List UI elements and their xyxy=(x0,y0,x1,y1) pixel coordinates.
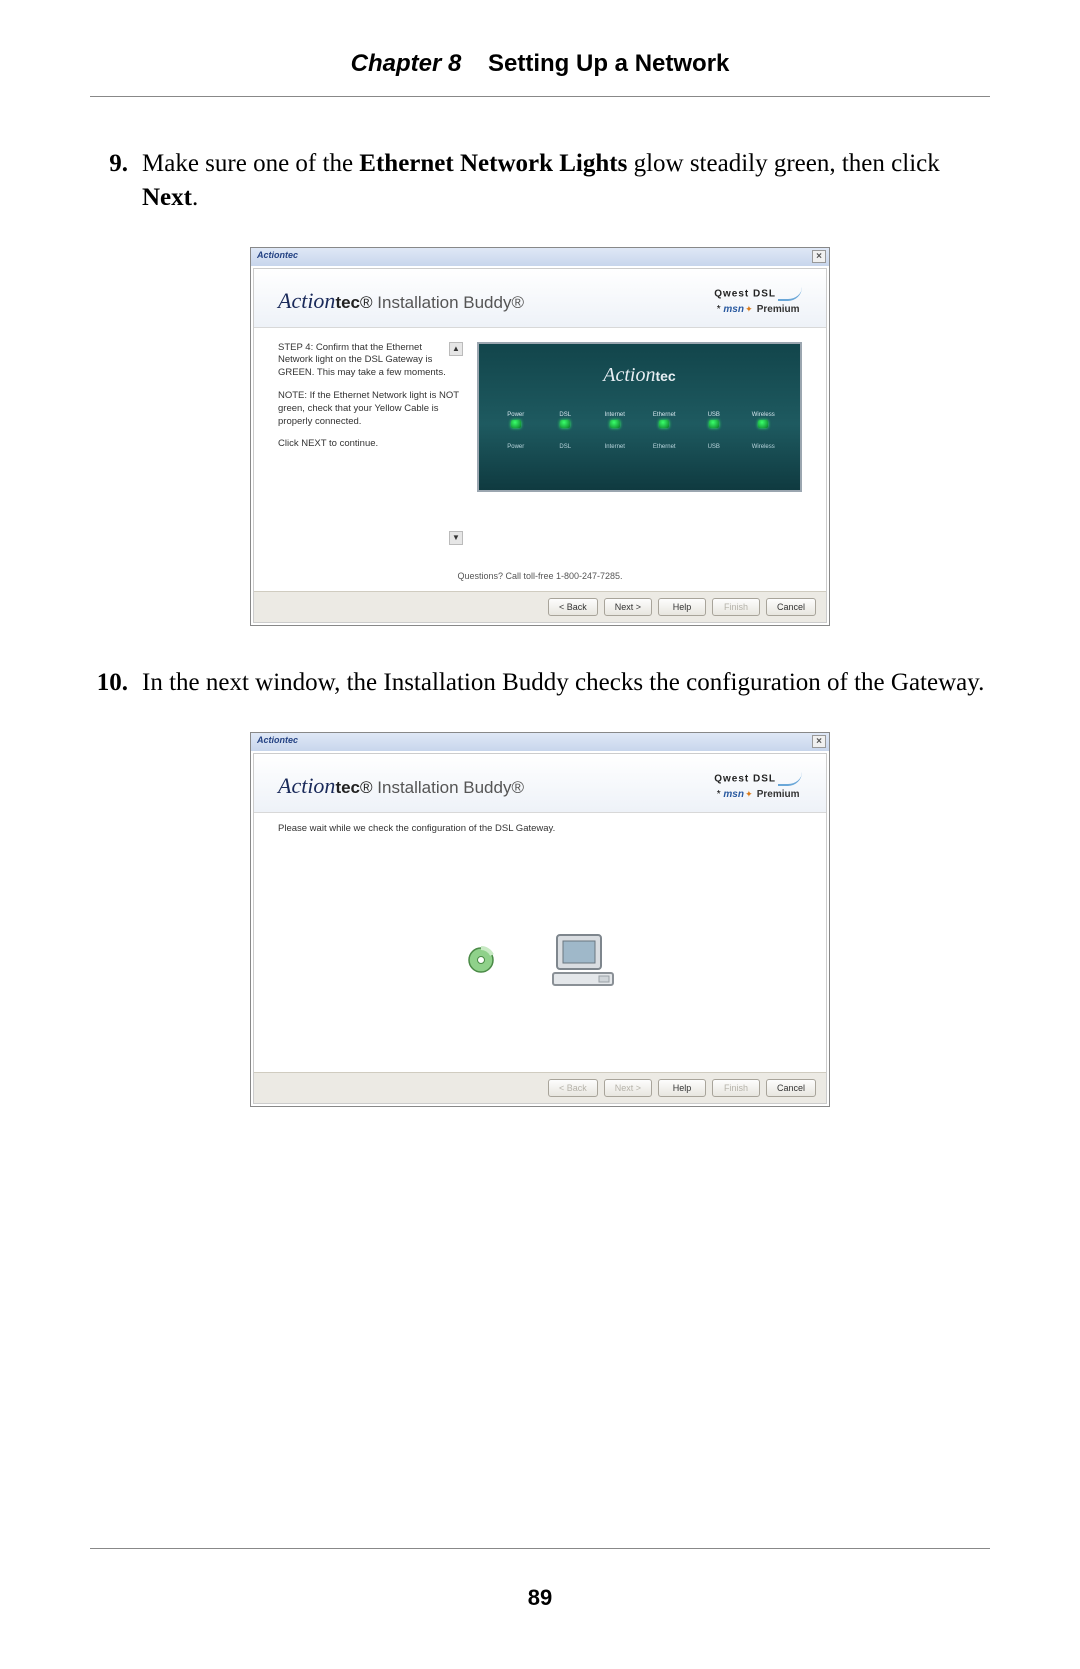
led-wireless xyxy=(758,420,768,428)
msn-butterfly-icon xyxy=(744,304,754,314)
dialog-button-row: < Back Next > Help Finish Cancel xyxy=(254,591,826,622)
actiontec-logo: Actiontec® Installation Buddy® xyxy=(278,288,524,314)
qwest-msn-logo: Qwest DSL * msn Premium xyxy=(714,772,802,800)
computer-icon xyxy=(551,931,615,989)
cancel-button[interactable]: Cancel xyxy=(766,1079,816,1097)
msn-butterfly-icon xyxy=(744,789,754,799)
dialog-titlebar: Actiontec × xyxy=(251,733,829,751)
led-internet xyxy=(610,420,620,428)
page-number: 89 xyxy=(90,1548,990,1611)
cd-spinner-icon xyxy=(466,945,496,975)
dialog-titlebar: Actiontec × xyxy=(251,248,829,266)
close-icon[interactable]: × xyxy=(812,250,826,263)
finish-button: Finish xyxy=(712,598,760,616)
installer-dialog-checking: Actiontec × Actiontec® Installation Budd… xyxy=(250,732,830,1107)
next-button: Next > xyxy=(604,1079,652,1097)
help-button[interactable]: Help xyxy=(658,598,706,616)
qwest-swoosh-icon xyxy=(778,287,802,301)
checking-graphic xyxy=(278,860,802,1060)
qwest-msn-logo: Qwest DSL * msn Premium xyxy=(714,287,802,315)
step-9: 9. Make sure one of the Ethernet Network… xyxy=(90,147,990,215)
step-9-number: 9. xyxy=(90,147,142,215)
led-dsl xyxy=(560,420,570,428)
help-button[interactable]: Help xyxy=(658,1079,706,1097)
installer-dialog-step4: Actiontec × Actiontec® Installation Budd… xyxy=(250,247,830,627)
scroll-down-icon[interactable]: ▼ xyxy=(449,531,463,545)
step-10-number: 10. xyxy=(90,666,142,700)
gateway-device-image: Actiontec Power DSL Internet Ethernet US… xyxy=(477,342,802,492)
led-usb xyxy=(709,420,719,428)
led-power xyxy=(511,420,521,428)
chapter-header: Chapter 8 Setting Up a Network xyxy=(90,50,990,97)
questions-footer: Questions? Call toll-free 1-800-247-7285… xyxy=(254,557,826,591)
led-ethernet xyxy=(659,420,669,428)
dialog-button-row: < Back Next > Help Finish Cancel xyxy=(254,1072,826,1103)
qwest-swoosh-icon xyxy=(778,772,802,786)
chapter-title: Setting Up a Network xyxy=(488,50,729,77)
dialog-header: Actiontec® Installation Buddy® Qwest DSL… xyxy=(254,754,826,813)
step-10: 10. In the next window, the Installation… xyxy=(90,666,990,700)
next-button[interactable]: Next > xyxy=(604,598,652,616)
step-10-text: In the next window, the Installation Bud… xyxy=(142,666,990,700)
dialog-instructions: ▲ STEP 4: Confirm that the Ethernet Netw… xyxy=(278,342,463,546)
dialog-wait-text: Please wait while we check the configura… xyxy=(278,823,802,846)
close-icon[interactable]: × xyxy=(812,735,826,748)
scroll-up-icon[interactable]: ▲ xyxy=(449,342,463,356)
chapter-label: Chapter 8 xyxy=(351,50,462,77)
actiontec-logo: Actiontec® Installation Buddy® xyxy=(278,773,524,799)
cancel-button[interactable]: Cancel xyxy=(766,598,816,616)
step-9-text: Make sure one of the Ethernet Network Li… xyxy=(142,147,990,215)
finish-button: Finish xyxy=(712,1079,760,1097)
device-lights-row: Power DSL Internet Ethernet USB Wireless xyxy=(491,412,788,430)
back-button: < Back xyxy=(548,1079,598,1097)
back-button[interactable]: < Back xyxy=(548,598,598,616)
dialog-header: Actiontec® Installation Buddy® Qwest DSL… xyxy=(254,269,826,328)
device-labels-row: Power DSL Internet Ethernet USB Wireless xyxy=(491,444,788,450)
